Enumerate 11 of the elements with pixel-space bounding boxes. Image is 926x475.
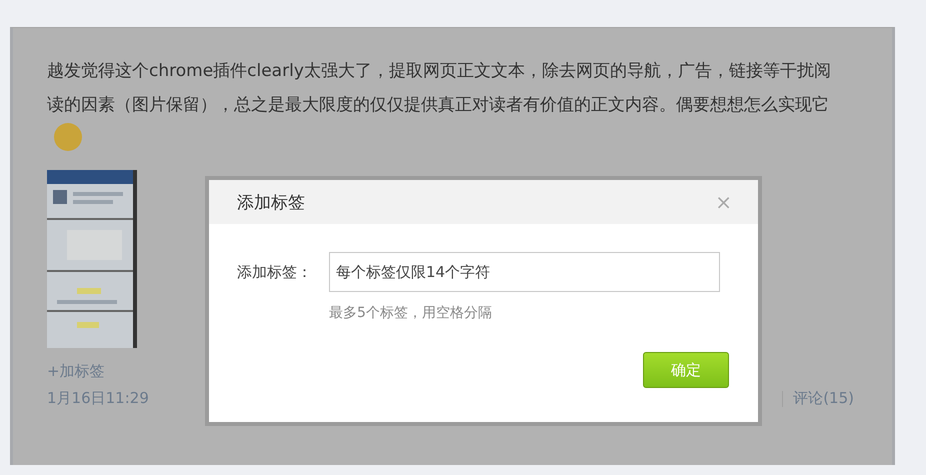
add-tag-link[interactable]: +加标签 [47, 362, 105, 381]
emoticon-icon [53, 122, 83, 152]
post-time: 1月16日11:29 [47, 389, 149, 408]
tag-input-field[interactable]: 每个标签仅限14个字符 [329, 252, 720, 292]
close-button[interactable]: × [715, 190, 732, 214]
dialog-title: 添加标签 [237, 192, 306, 214]
tag-hint: 最多5个标签，用空格分隔 [329, 304, 492, 322]
comments-link[interactable]: 评论(15) [793, 389, 854, 408]
post-text: 越发觉得这个chrome插件clearly太强大了，提取网页正文文本，除去网页的导航，广告，链接等干扰阅读的因素（图片保留），总之是最大限度的仅仅提供真正对读者有价值的正文内容。偶要想想怎么实现它 [47, 54, 837, 160]
confirm-button[interactable]: 确定 [643, 352, 729, 388]
tag-field-label: 添加标签： [237, 262, 313, 282]
